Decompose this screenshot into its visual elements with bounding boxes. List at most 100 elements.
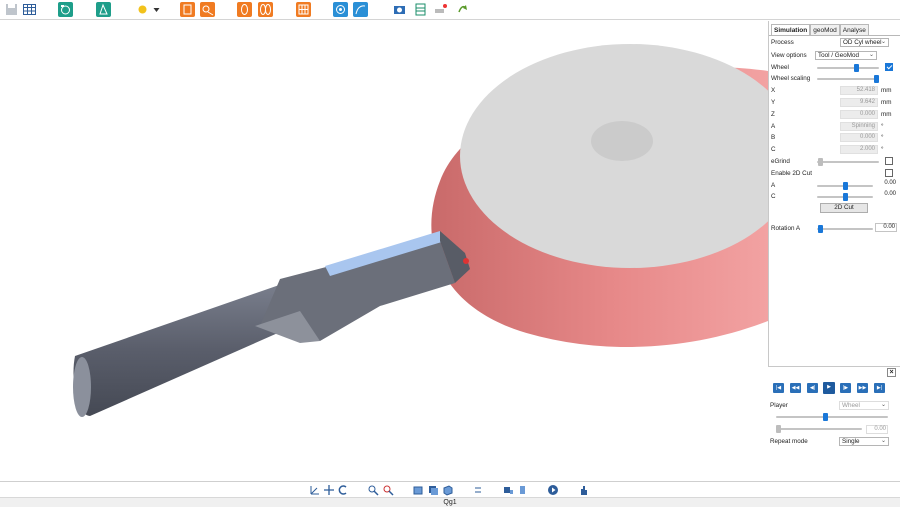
grid-orange-icon[interactable] xyxy=(296,2,311,17)
3d-viewport[interactable] xyxy=(0,21,768,481)
tab-geomod[interactable]: geoMod xyxy=(810,24,840,35)
axes-icon[interactable] xyxy=(309,484,321,496)
player-progress-slider[interactable] xyxy=(776,425,862,433)
view-toolbar xyxy=(0,481,900,497)
rotation-a-label: Rotation A xyxy=(771,225,801,232)
slider-thumb[interactable] xyxy=(874,75,879,83)
tab-simulation[interactable]: Simulation xyxy=(771,24,811,35)
player-panel: × |◀ ◀◀ ◀| ▶ |▶ ▶▶ ▶| Player Wheel ⌄ 0.00… xyxy=(768,366,900,481)
view-front-icon[interactable] xyxy=(412,484,424,496)
wheel-label: Wheel xyxy=(771,64,789,71)
path-blue-icon[interactable] xyxy=(353,2,368,17)
target-blue-icon[interactable] xyxy=(333,2,348,17)
egrind-checkbox[interactable] xyxy=(885,157,893,165)
process-select[interactable]: OD Cyl wheel ⌄ xyxy=(840,38,889,47)
z-label: Z xyxy=(771,111,775,118)
tool-orange-2-icon[interactable] xyxy=(200,2,215,17)
cut-c-slider[interactable] xyxy=(817,193,873,201)
rewind-icon[interactable]: ◀◀ xyxy=(790,383,801,393)
a-unit: ° xyxy=(881,123,884,130)
arrow-green-icon[interactable] xyxy=(455,2,470,17)
machine-icon[interactable] xyxy=(502,484,514,496)
wheel-orange-icon[interactable] xyxy=(237,2,252,17)
main-toolbar xyxy=(0,0,900,20)
cut-a-slider[interactable] xyxy=(817,182,873,190)
view-iso-icon[interactable] xyxy=(442,484,454,496)
repeat-mode-select[interactable]: Single ⌄ xyxy=(839,437,889,446)
grind-icon[interactable] xyxy=(96,2,111,17)
fast-forward-icon[interactable]: ▶▶ xyxy=(857,383,868,393)
a-value: Spinning xyxy=(840,122,878,131)
b-label: B xyxy=(771,134,776,141)
b-value: 0.000 xyxy=(840,133,878,142)
skip-start-icon[interactable]: |◀ xyxy=(773,383,784,393)
step-forward-icon[interactable]: |▶ xyxy=(840,383,851,393)
wheel-setup-icon[interactable] xyxy=(58,2,73,17)
camera-icon[interactable] xyxy=(392,2,407,17)
slider-thumb[interactable] xyxy=(843,182,848,190)
egrind-label: eGrind xyxy=(771,158,790,165)
y-value: 9.642 xyxy=(840,98,878,107)
view-options-label: View options xyxy=(771,52,807,59)
status-text: Qg1 xyxy=(443,499,457,506)
repeat-mode-value: Single xyxy=(842,438,860,445)
slider-thumb[interactable] xyxy=(823,413,828,421)
view-options-value: Tool / GeoMod xyxy=(818,52,859,59)
egrind-slider[interactable] xyxy=(817,158,879,166)
wheel-scaling-label: Wheel scaling xyxy=(771,75,811,82)
player-select[interactable]: Wheel ⌄ xyxy=(839,401,889,410)
play-circle-icon[interactable] xyxy=(547,484,559,496)
zoom-icon[interactable] xyxy=(367,484,379,496)
dropdown-arrow-icon[interactable] xyxy=(149,2,160,17)
player-label: Player xyxy=(770,402,788,409)
wheel-visible-checkbox[interactable] xyxy=(885,63,893,71)
player-speed-slider[interactable] xyxy=(776,413,888,421)
cut-a-value: 0.00 xyxy=(875,180,897,189)
process-label: Process xyxy=(771,39,794,46)
cut-c-label: C xyxy=(771,193,776,200)
view-top-icon[interactable] xyxy=(427,484,439,496)
rotation-a-input[interactable]: 0.00 xyxy=(875,223,897,232)
wheel-opacity-slider[interactable] xyxy=(817,64,879,72)
2d-cut-button[interactable]: 2D Cut xyxy=(820,203,868,213)
table-icon[interactable] xyxy=(22,2,37,17)
probe-icon[interactable] xyxy=(517,484,529,496)
wheel-scaling-slider[interactable] xyxy=(817,75,879,83)
slider-thumb[interactable] xyxy=(776,425,781,433)
eraser-icon[interactable] xyxy=(433,2,448,17)
c-value: 2.000 xyxy=(840,145,878,154)
scene-render xyxy=(73,44,768,417)
hand-icon[interactable] xyxy=(577,484,589,496)
close-icon[interactable]: × xyxy=(887,368,896,377)
enable-2d-cut-checkbox[interactable] xyxy=(885,169,893,177)
player-value: Wheel xyxy=(842,402,860,409)
chevron-down-icon: ⌄ xyxy=(880,39,886,45)
x-unit: mm xyxy=(881,87,892,94)
rotation-a-slider[interactable] xyxy=(817,225,873,233)
zoom-window-icon[interactable] xyxy=(382,484,394,496)
slider-thumb[interactable] xyxy=(818,225,823,233)
z-unit: mm xyxy=(881,111,892,118)
swap-icon[interactable] xyxy=(472,484,484,496)
spreadsheet-icon[interactable] xyxy=(413,2,428,17)
wheels-orange-icon[interactable] xyxy=(258,2,273,17)
tool-orange-icon[interactable] xyxy=(180,2,195,17)
chevron-down-icon: ⌄ xyxy=(880,438,886,444)
slider-thumb[interactable] xyxy=(843,193,848,201)
pan-icon[interactable] xyxy=(323,484,335,496)
rotate-icon[interactable] xyxy=(337,484,349,496)
wheel-hub xyxy=(591,121,653,161)
view-options-select[interactable]: Tool / GeoMod ⌄ xyxy=(815,51,877,60)
step-back-icon[interactable]: ◀| xyxy=(807,383,818,393)
skip-end-icon[interactable]: ▶| xyxy=(874,383,885,393)
slider-thumb[interactable] xyxy=(854,64,859,72)
slider-thumb[interactable] xyxy=(818,158,823,166)
tab-analyse[interactable]: Analyse xyxy=(839,24,869,35)
light-icon[interactable] xyxy=(135,2,150,17)
save-icon[interactable] xyxy=(4,2,19,17)
play-icon[interactable]: ▶ xyxy=(823,382,835,394)
chevron-down-icon: ⌄ xyxy=(868,52,874,58)
process-value: OD Cyl wheel xyxy=(843,39,882,46)
repeat-mode-label: Repeat mode xyxy=(770,438,808,445)
progress-value: 0.00 xyxy=(866,425,888,434)
